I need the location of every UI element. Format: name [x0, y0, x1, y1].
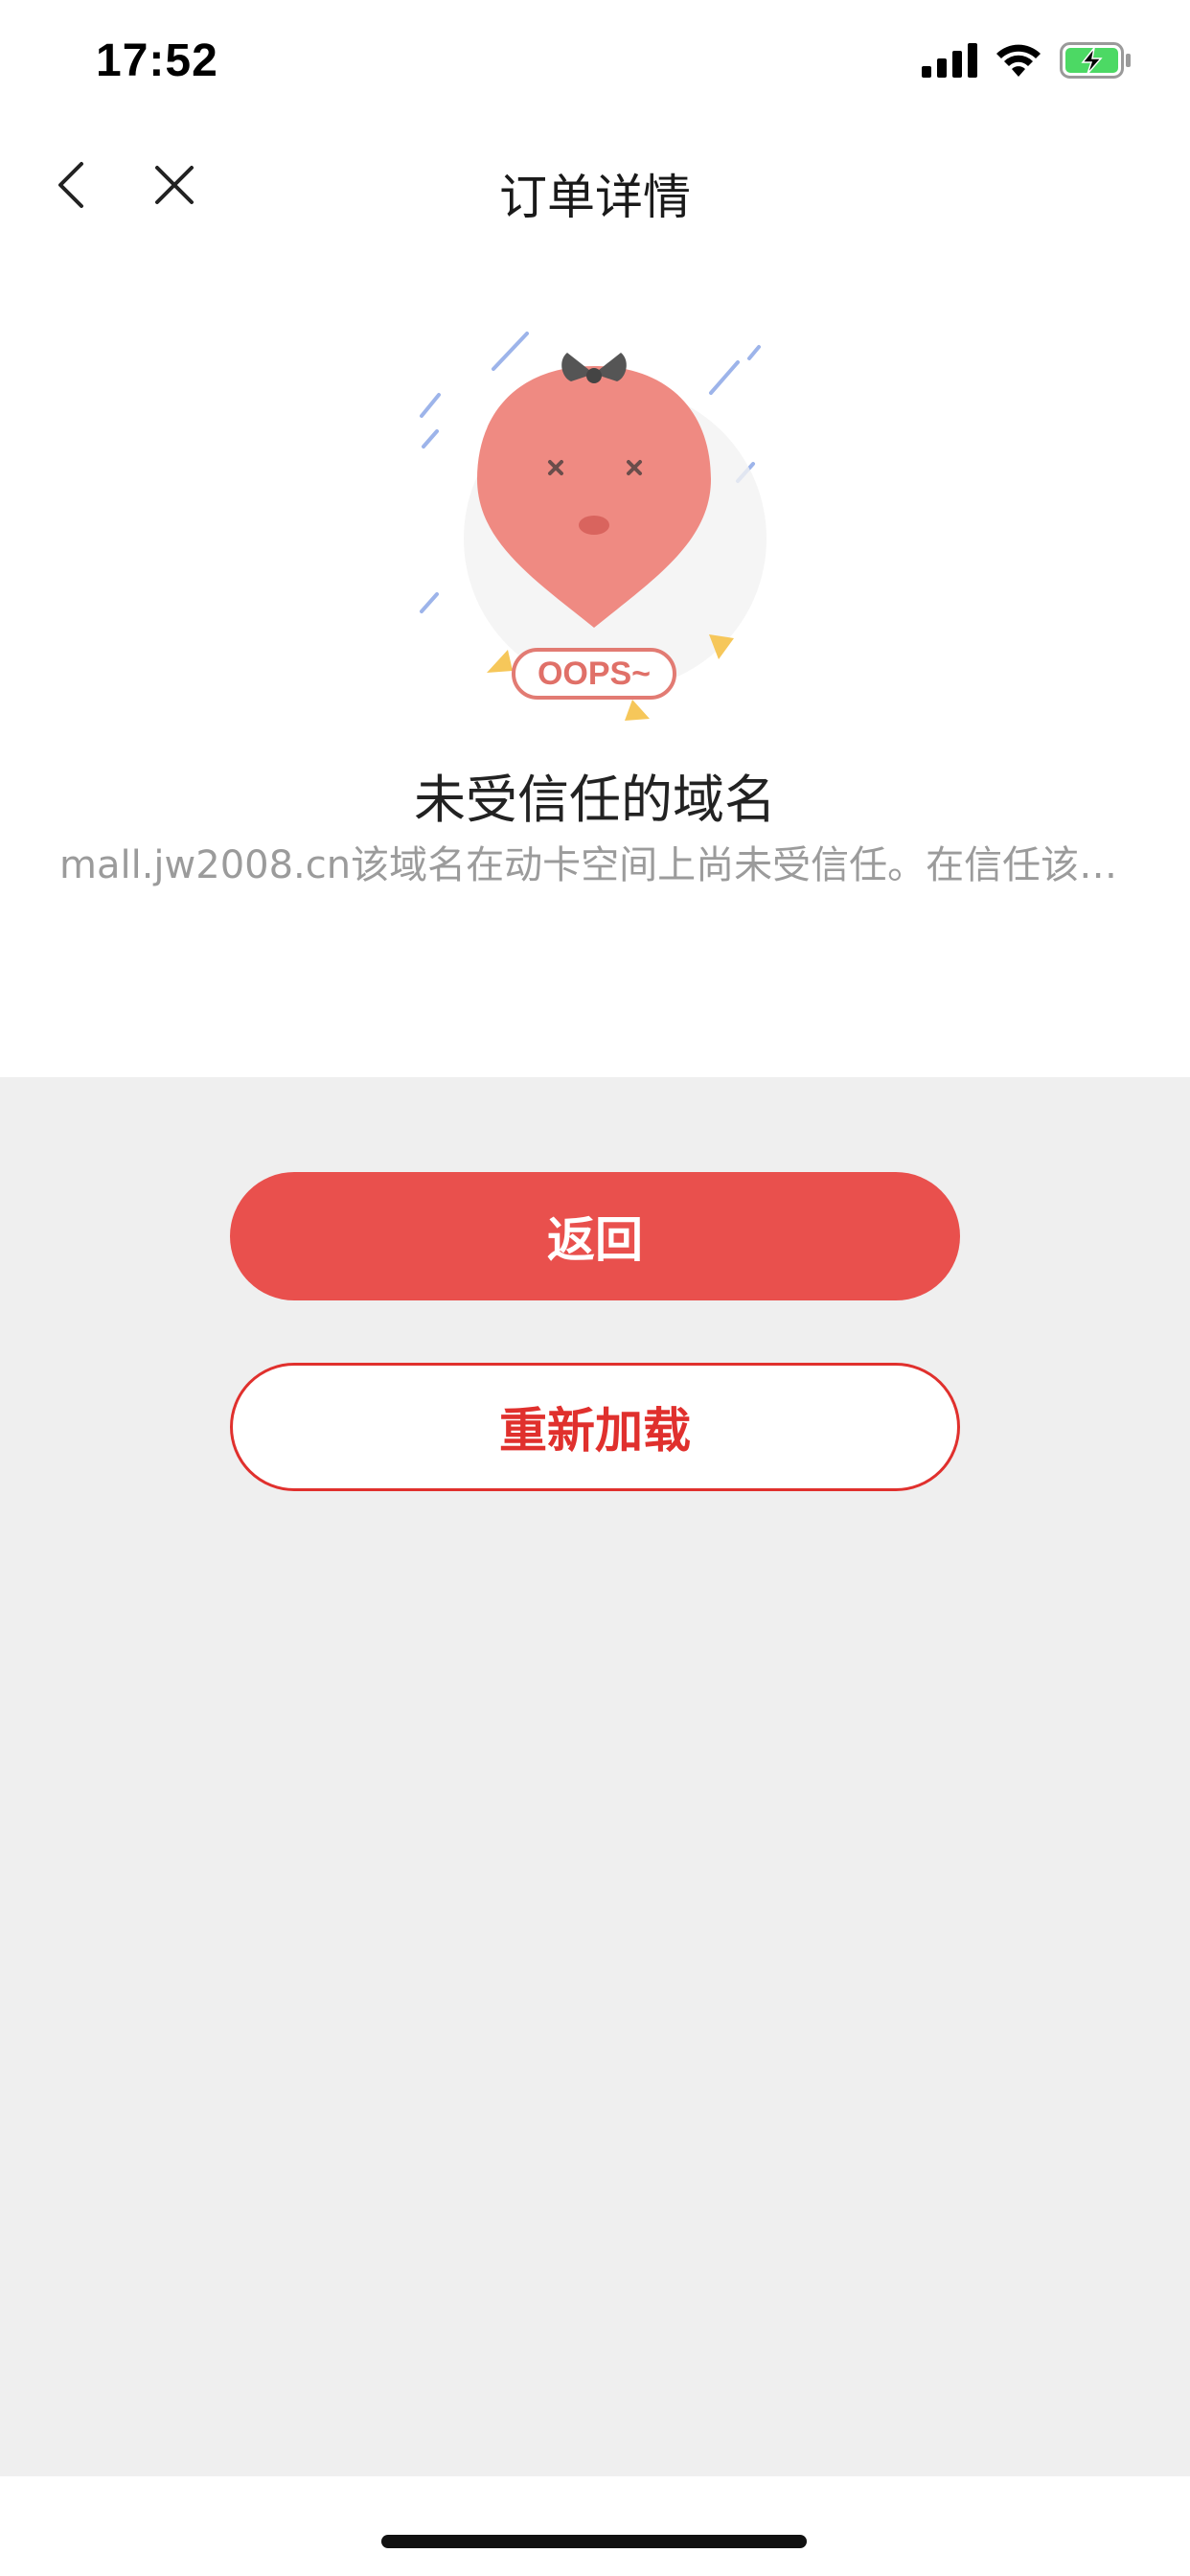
status-bar: 17:52: [0, 0, 1190, 125]
battery-charging-icon: [1060, 42, 1133, 82]
oops-text: OOPS~: [538, 656, 651, 692]
reload-button[interactable]: 重新加载: [230, 1363, 960, 1491]
page-title: 订单详情: [499, 170, 691, 225]
status-icons: [922, 42, 1133, 82]
wifi-icon: [995, 42, 1042, 82]
nav-bar: 订单详情: [0, 125, 1190, 249]
action-area: 返回 重新加载: [0, 1077, 1190, 2476]
error-title: 未受信任的域名: [414, 770, 776, 830]
signal-icon: [922, 43, 977, 81]
status-time: 17:52: [96, 35, 218, 86]
back-action-button[interactable]: 返回: [230, 1172, 960, 1300]
home-indicator[interactable]: [381, 2535, 807, 2548]
oops-illustration: OOPS~: [402, 316, 786, 738]
error-description: mall.jw2008.cn该域名在动卡空间上尚未受信任。在信任该域名之前，暂不…: [59, 843, 1131, 887]
